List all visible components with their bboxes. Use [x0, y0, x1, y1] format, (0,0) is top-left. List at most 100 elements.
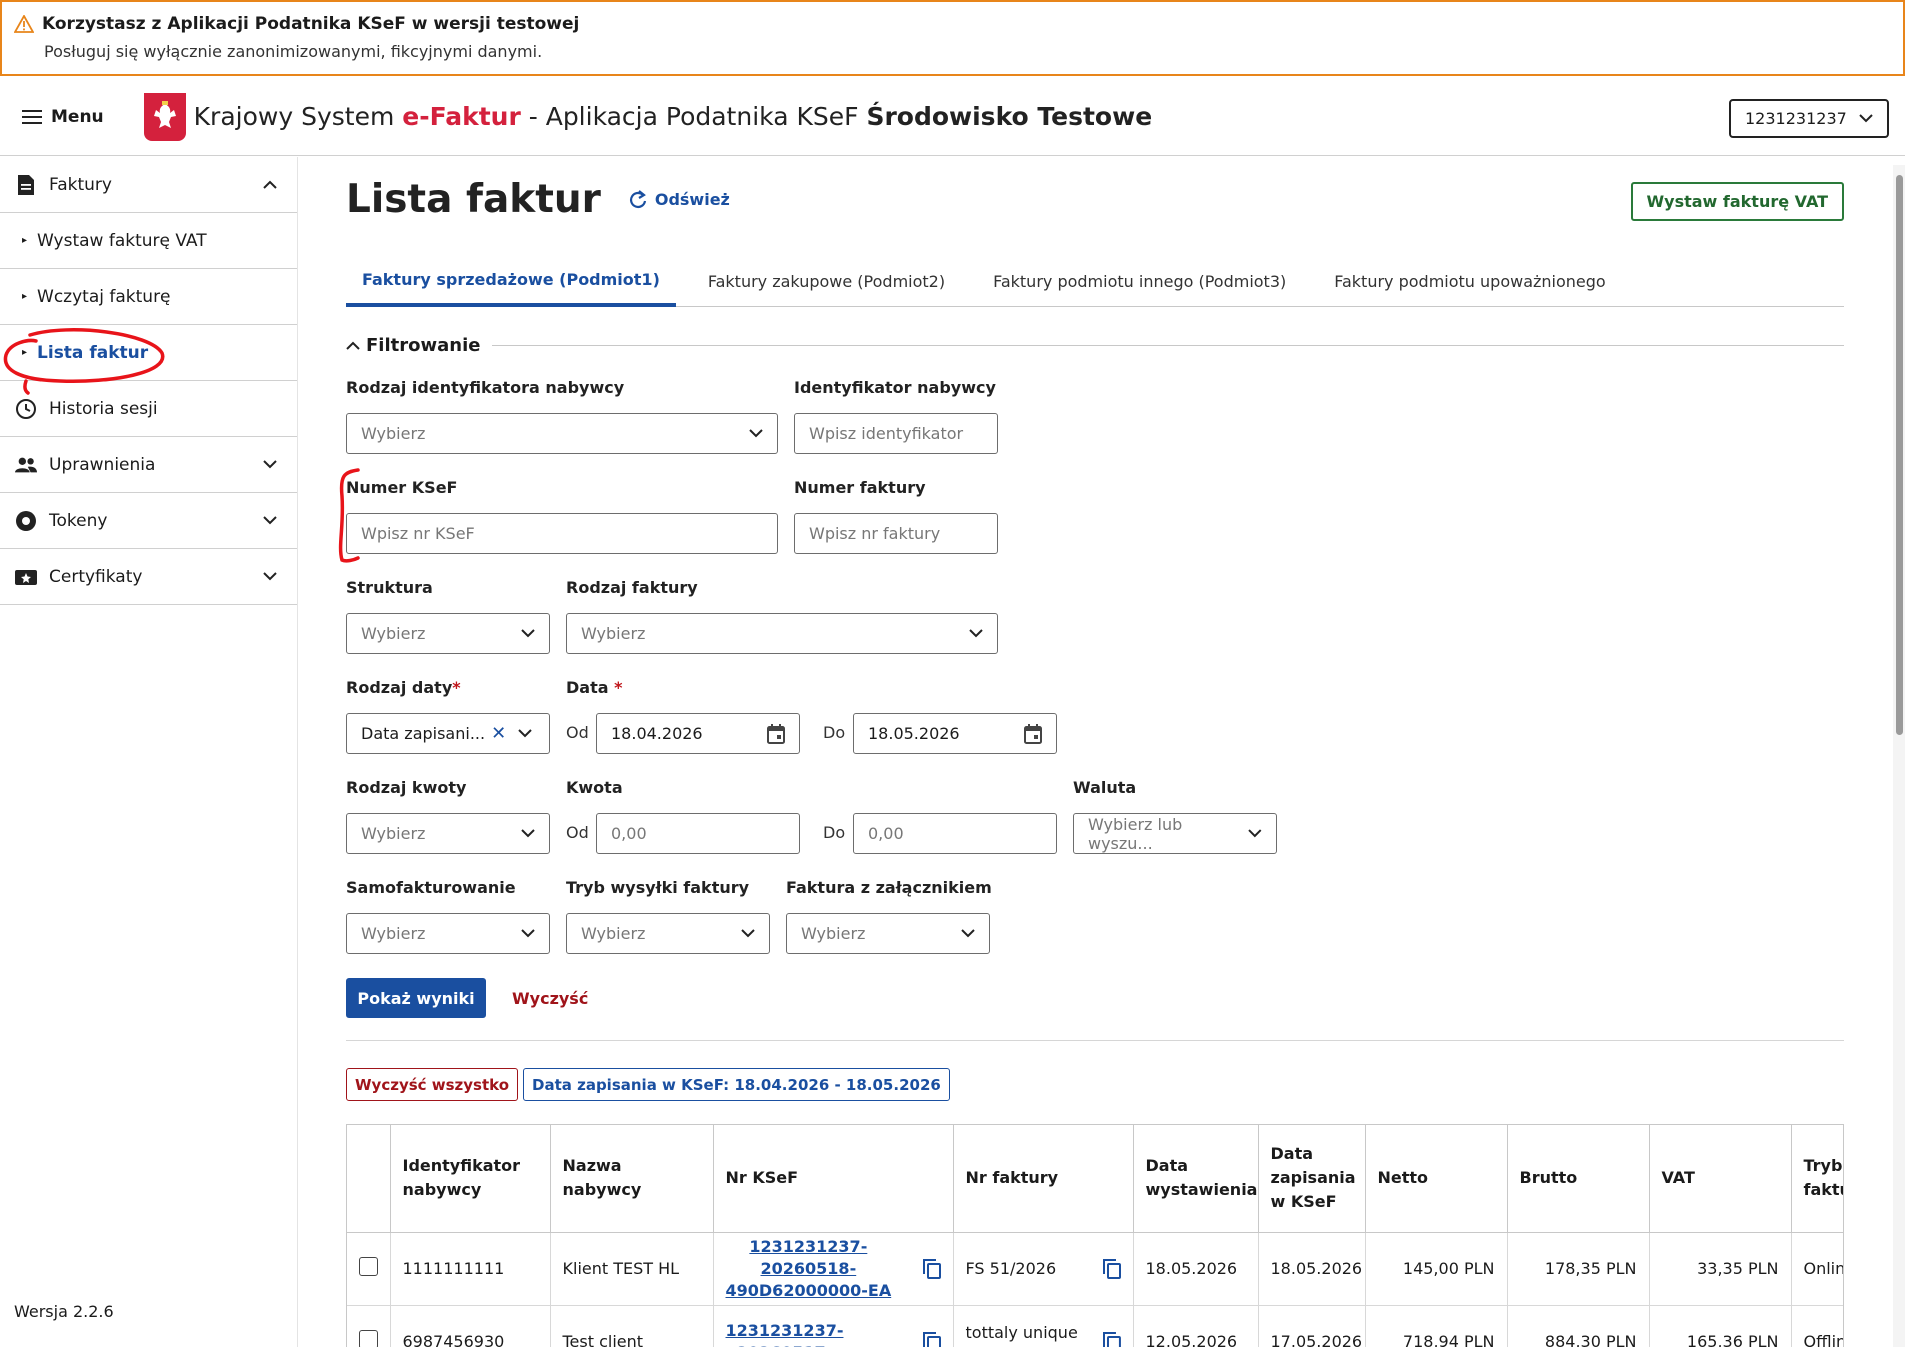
- amount-from-label: Od: [566, 823, 589, 842]
- clear-x-icon[interactable]: ✕: [491, 723, 506, 744]
- date-type-select[interactable]: Data zapisani... ✕: [346, 713, 550, 754]
- token-icon: [15, 510, 37, 532]
- amount-type-label: Rodzaj kwoty: [346, 778, 467, 797]
- cell-net: 718,94 PLN: [1365, 1305, 1508, 1347]
- column-header: [347, 1125, 391, 1233]
- buyer-id-type-select[interactable]: Wybierz: [346, 413, 778, 454]
- sidebar-item-wczytaj[interactable]: ▸ Wczytaj fakturę: [0, 269, 297, 325]
- warning-icon: [14, 15, 34, 33]
- title-efaktur: e-Faktur: [402, 102, 521, 131]
- sidebar-item-wystaw[interactable]: ▸ Wystaw fakturę VAT: [0, 213, 297, 269]
- sidebar-item-uprawnienia[interactable]: Uprawnienia: [0, 437, 297, 493]
- column-header[interactable]: Data wystawienia: [1133, 1125, 1259, 1233]
- copy-icon[interactable]: [1102, 1258, 1121, 1279]
- date-filter-chip[interactable]: Data zapisania w KSeF: 18.04.2026 - 18.0…: [523, 1068, 950, 1101]
- invoice-type-select[interactable]: Wybierz: [566, 613, 998, 654]
- amount-to-label: Do: [823, 823, 846, 842]
- label-text: Data: [566, 678, 609, 697]
- column-header[interactable]: Nr KSeF: [713, 1125, 954, 1233]
- ksef-number-input[interactable]: Wpisz nr KSeF: [346, 513, 778, 554]
- row-checkbox-cell: [347, 1305, 391, 1347]
- people-icon: [15, 454, 37, 476]
- cell-buyer-name: Test client: [550, 1305, 714, 1347]
- column-header[interactable]: Brutto: [1507, 1125, 1650, 1233]
- chevron-down-icon: [521, 629, 535, 638]
- clock-icon: [15, 398, 37, 420]
- invoice-number-label: Numer faktury: [794, 478, 926, 497]
- copy-icon[interactable]: [922, 1331, 941, 1347]
- copy-icon[interactable]: [1102, 1331, 1121, 1347]
- attachment-select[interactable]: Wybierz: [786, 913, 990, 954]
- nip-value: 1231231237: [1745, 109, 1847, 128]
- banner-text: Posługuj się wyłącznie zanonimizowanymi,…: [44, 42, 543, 61]
- date-from-input[interactable]: 18.04.2026: [596, 713, 800, 754]
- page-title: Lista faktur: [346, 177, 601, 222]
- clear-filters-button[interactable]: Wyczyść: [512, 978, 588, 1018]
- page-scrollbar[interactable]: [1893, 165, 1905, 1347]
- menu-label: Menu: [51, 106, 104, 127]
- refresh-link[interactable]: Odśwież: [629, 189, 730, 210]
- refresh-label: Odśwież: [654, 190, 730, 209]
- nip-context-select[interactable]: 1231231237: [1729, 99, 1889, 138]
- column-header[interactable]: VAT: [1649, 1125, 1792, 1233]
- invoice-number-input[interactable]: Wpisz nr faktury: [794, 513, 998, 554]
- app-version: Wersja 2.2.6: [14, 1302, 114, 1321]
- input-placeholder: Wpisz identyfikator: [809, 424, 964, 443]
- input-value: 18.05.2026: [868, 724, 960, 743]
- date-to-input[interactable]: 18.05.2026: [853, 713, 1057, 754]
- cell-vat: 165,36 PLN: [1649, 1305, 1792, 1347]
- structure-select[interactable]: Wybierz: [346, 613, 550, 654]
- clear-all-chip[interactable]: Wyczyść wszystko: [346, 1068, 519, 1101]
- sidebar-item-lista-faktur[interactable]: ▸ Lista faktur: [0, 325, 297, 381]
- column-header[interactable]: Tryb wysyłki faktury: [1791, 1125, 1843, 1233]
- show-results-button[interactable]: Pokaż wyniki: [346, 978, 486, 1018]
- amount-type-select[interactable]: Wybierz: [346, 813, 550, 854]
- menu-button[interactable]: Menu: [22, 107, 104, 127]
- tab-sales[interactable]: Faktury sprzedażowe (Podmiot1): [346, 255, 676, 307]
- page-header: Lista faktur Odśwież: [346, 177, 730, 222]
- send-mode-select[interactable]: Wybierz: [566, 913, 770, 954]
- sidebar-item-certyfikaty[interactable]: Certyfikaty: [0, 549, 297, 605]
- required-mark: *: [614, 678, 623, 697]
- amount-from-input[interactable]: 0,00: [596, 813, 800, 854]
- tab-purchase[interactable]: Faktury zakupowe (Podmiot2): [692, 255, 961, 307]
- sidebar-item-tokeny[interactable]: Tokeny: [0, 493, 297, 549]
- sidebar-item-historia[interactable]: Historia sesji: [0, 381, 297, 437]
- column-header[interactable]: Nr faktury: [953, 1125, 1134, 1233]
- issue-invoice-button[interactable]: Wystaw fakturę VAT: [1630, 182, 1844, 221]
- cell-ksef: 1231231237- 20260518- 490D62000000-EA: [713, 1232, 954, 1306]
- sidebar-item-label: Historia sesji: [49, 398, 158, 419]
- invoice-type-label: Rodzaj faktury: [566, 578, 698, 597]
- currency-label: Waluta: [1073, 778, 1137, 797]
- selfbilling-select[interactable]: Wybierz: [346, 913, 550, 954]
- row-checkbox[interactable]: [359, 1257, 378, 1276]
- column-header[interactable]: Data zapisania w KSeF: [1258, 1125, 1366, 1233]
- ksef-number-label: Numer KSeF: [346, 478, 458, 497]
- ksef-number-link[interactable]: 1231231237- 20260517-: [726, 1320, 844, 1347]
- row-checkbox[interactable]: [359, 1330, 378, 1347]
- ksef-number-link[interactable]: 1231231237- 20260518- 490D62000000-EA: [726, 1236, 892, 1302]
- scrollbar-thumb[interactable]: [1896, 175, 1903, 735]
- column-header[interactable]: Nazwa nabywcy: [550, 1125, 714, 1233]
- column-header[interactable]: Identyfikator nabywcy: [390, 1125, 551, 1233]
- buyer-id-label: Identyfikator nabywcy: [794, 378, 996, 397]
- banner-title: Korzystasz z Aplikacji Podatnika KSeF w …: [42, 14, 580, 34]
- buyer-id-type-label: Rodzaj identyfikatora nabywcy: [346, 378, 625, 397]
- column-header[interactable]: Netto: [1365, 1125, 1508, 1233]
- copy-icon[interactable]: [922, 1258, 941, 1279]
- chevron-down-icon: [263, 516, 277, 525]
- chevron-down-icon: [263, 460, 277, 469]
- filter-section-header[interactable]: Filtrowanie: [346, 335, 1844, 356]
- calendar-icon[interactable]: [1024, 723, 1042, 744]
- select-value: Wybierz: [581, 624, 646, 643]
- buyer-id-input[interactable]: Wpisz identyfikator: [794, 413, 998, 454]
- input-placeholder: 0,00: [611, 824, 647, 843]
- currency-select[interactable]: Wybierz lub wyszu...: [1073, 813, 1277, 854]
- sidebar-item-faktury[interactable]: Faktury: [0, 157, 297, 213]
- tab-authorized[interactable]: Faktury podmiotu upoważnionego: [1318, 255, 1621, 307]
- chevron-down-icon: [741, 929, 755, 938]
- select-value: Wybierz: [801, 924, 866, 943]
- calendar-icon[interactable]: [767, 723, 785, 744]
- amount-to-input[interactable]: 0,00: [853, 813, 1057, 854]
- tab-third-party[interactable]: Faktury podmiotu innego (Podmiot3): [977, 255, 1302, 307]
